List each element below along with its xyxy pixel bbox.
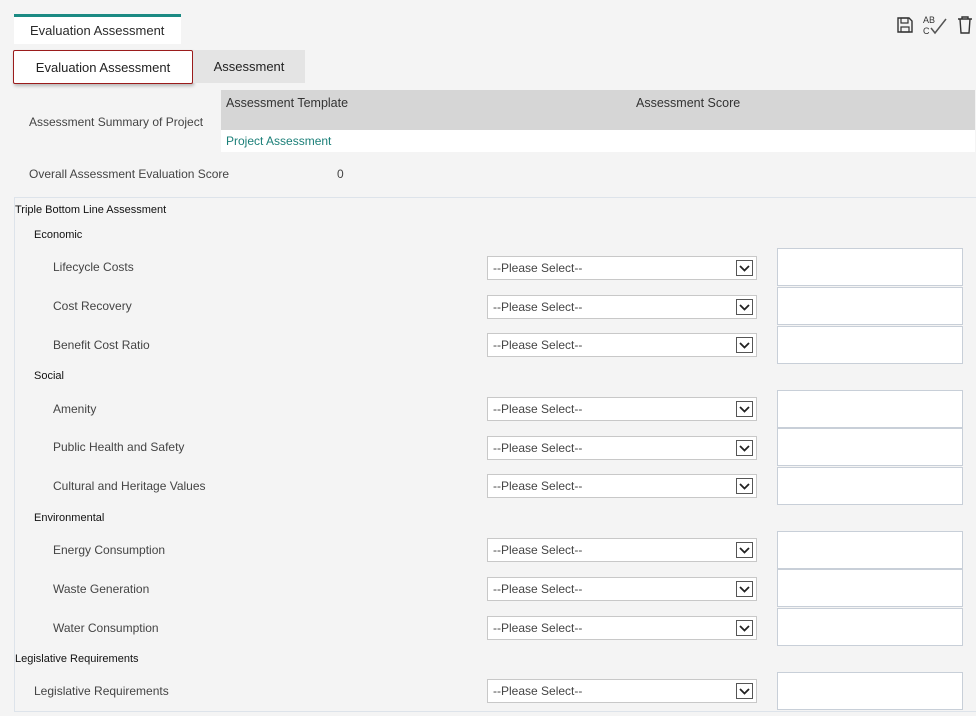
column-header-template: Assessment Template bbox=[226, 96, 349, 110]
chevron-down-icon[interactable] bbox=[736, 299, 753, 315]
select-value: --Please Select-- bbox=[493, 261, 583, 275]
assessment-summary-label: Assessment Summary of Project bbox=[29, 115, 204, 129]
item-label-waste-generation: Waste Generation bbox=[53, 582, 150, 596]
select-value: --Please Select-- bbox=[493, 479, 583, 493]
select-value: --Please Select-- bbox=[493, 300, 583, 314]
water-consumption-select[interactable]: --Please Select-- bbox=[487, 616, 757, 640]
water-consumption-score-field[interactable] bbox=[777, 608, 963, 646]
chevron-down-icon[interactable] bbox=[736, 683, 753, 699]
waste-generation-select[interactable]: --Please Select-- bbox=[487, 577, 757, 601]
cost-recovery-select[interactable]: --Please Select-- bbox=[487, 295, 757, 319]
subtab-evaluation-assessment[interactable]: Evaluation Assessment bbox=[13, 50, 193, 84]
select-value: --Please Select-- bbox=[493, 441, 583, 455]
column-header-score: Assessment Score bbox=[636, 96, 741, 110]
amenity-select[interactable]: --Please Select-- bbox=[487, 397, 757, 421]
spellcheck-icon[interactable]: AB C bbox=[922, 14, 948, 36]
select-value: --Please Select-- bbox=[493, 621, 583, 635]
benefit-cost-ratio-select[interactable]: --Please Select-- bbox=[487, 333, 757, 357]
subtab-label: Assessment bbox=[213, 59, 285, 74]
chevron-down-icon[interactable] bbox=[736, 478, 753, 494]
trash-icon[interactable] bbox=[954, 14, 976, 36]
page-tab-label: Evaluation Assessment bbox=[30, 23, 165, 38]
item-label-amenity: Amenity bbox=[53, 402, 97, 416]
public-health-safety-score-field[interactable] bbox=[777, 428, 963, 466]
subtab-label: Evaluation Assessment bbox=[35, 59, 171, 75]
select-value: --Please Select-- bbox=[493, 402, 583, 416]
item-label-benefit-cost-ratio: Benefit Cost Ratio bbox=[53, 338, 150, 352]
save-icon[interactable] bbox=[894, 14, 916, 36]
cultural-heritage-select[interactable]: --Please Select-- bbox=[487, 474, 757, 498]
subtab-assessment[interactable]: Assessment bbox=[193, 50, 305, 83]
section-border bbox=[14, 198, 15, 712]
overall-score-label: Overall Assessment Evaluation Score bbox=[29, 167, 230, 181]
chevron-down-icon[interactable] bbox=[736, 620, 753, 636]
item-label-public-health-safety: Public Health and Safety bbox=[53, 440, 185, 454]
toolbar: AB C bbox=[894, 14, 976, 36]
cost-recovery-score-field[interactable] bbox=[777, 287, 963, 325]
waste-generation-score-field[interactable] bbox=[777, 569, 963, 607]
section-divider bbox=[14, 197, 976, 198]
group-title-social: Social bbox=[34, 370, 64, 382]
summary-table-header: Assessment Template Assessment Score bbox=[221, 90, 975, 130]
lifecycle-costs-select[interactable]: --Please Select-- bbox=[487, 256, 757, 280]
energy-consumption-select[interactable]: --Please Select-- bbox=[487, 538, 757, 562]
chevron-down-icon[interactable] bbox=[736, 542, 753, 558]
legislative-requirements-select[interactable]: --Please Select-- bbox=[487, 679, 757, 703]
item-label-water-consumption: Water Consumption bbox=[53, 621, 159, 635]
svg-text:AB: AB bbox=[923, 15, 935, 25]
tbl-section-title: Triple Bottom Line Assessment bbox=[15, 204, 167, 216]
legislative-requirements-score-field[interactable] bbox=[777, 672, 963, 710]
item-label-legislative-requirements: Legislative Requirements bbox=[34, 684, 169, 698]
chevron-down-icon[interactable] bbox=[736, 401, 753, 417]
page-tab-evaluation-assessment[interactable]: Evaluation Assessment bbox=[14, 14, 181, 44]
section-bottom-divider bbox=[14, 711, 976, 712]
overall-score-value: 0 bbox=[337, 167, 344, 181]
legislative-section-title: Legislative Requirements bbox=[15, 653, 139, 665]
energy-consumption-score-field[interactable] bbox=[777, 531, 963, 569]
lifecycle-costs-score-field[interactable] bbox=[777, 248, 963, 286]
item-label-cost-recovery: Cost Recovery bbox=[53, 299, 132, 313]
project-assessment-link[interactable]: Project Assessment bbox=[221, 134, 331, 148]
select-value: --Please Select-- bbox=[493, 543, 583, 557]
chevron-down-icon[interactable] bbox=[736, 581, 753, 597]
amenity-score-field[interactable] bbox=[777, 390, 963, 428]
select-value: --Please Select-- bbox=[493, 582, 583, 596]
chevron-down-icon[interactable] bbox=[736, 440, 753, 456]
chevron-down-icon[interactable] bbox=[736, 260, 753, 276]
item-label-lifecycle-costs: Lifecycle Costs bbox=[53, 260, 134, 274]
cultural-heritage-score-field[interactable] bbox=[777, 467, 963, 505]
group-title-economic: Economic bbox=[34, 229, 83, 241]
chevron-down-icon[interactable] bbox=[736, 337, 753, 353]
group-title-environmental: Environmental bbox=[34, 512, 105, 524]
public-health-safety-select[interactable]: --Please Select-- bbox=[487, 436, 757, 460]
benefit-cost-ratio-score-field[interactable] bbox=[777, 326, 963, 364]
item-label-energy-consumption: Energy Consumption bbox=[53, 543, 166, 557]
table-row: Project Assessment bbox=[221, 130, 975, 152]
item-label-cultural-heritage: Cultural and Heritage Values bbox=[53, 479, 206, 493]
svg-text:C: C bbox=[923, 26, 930, 36]
select-value: --Please Select-- bbox=[493, 684, 583, 698]
select-value: --Please Select-- bbox=[493, 338, 583, 352]
assessment-summary-table: Assessment Template Assessment Score Pro… bbox=[221, 90, 975, 152]
